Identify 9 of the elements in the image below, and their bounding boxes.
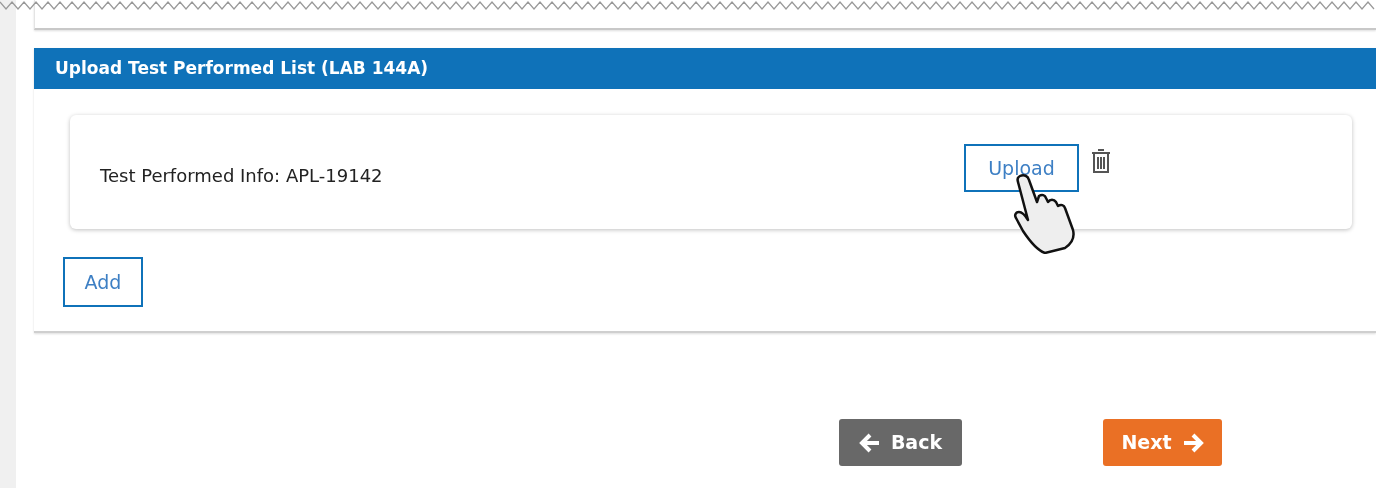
right-arrow-icon	[1181, 432, 1204, 453]
upload-button[interactable]: Upload	[964, 144, 1079, 192]
left-arrow-icon	[858, 432, 881, 453]
back-button[interactable]: Back	[839, 419, 962, 466]
trash-icon[interactable]	[1091, 149, 1111, 173]
panel-header: Upload Test Performed List (LAB 144A)	[34, 48, 1376, 89]
add-button[interactable]: Add	[63, 257, 143, 307]
next-button[interactable]: Next	[1103, 419, 1222, 466]
item-label: Test Performed Info: APL-19142	[100, 164, 383, 188]
